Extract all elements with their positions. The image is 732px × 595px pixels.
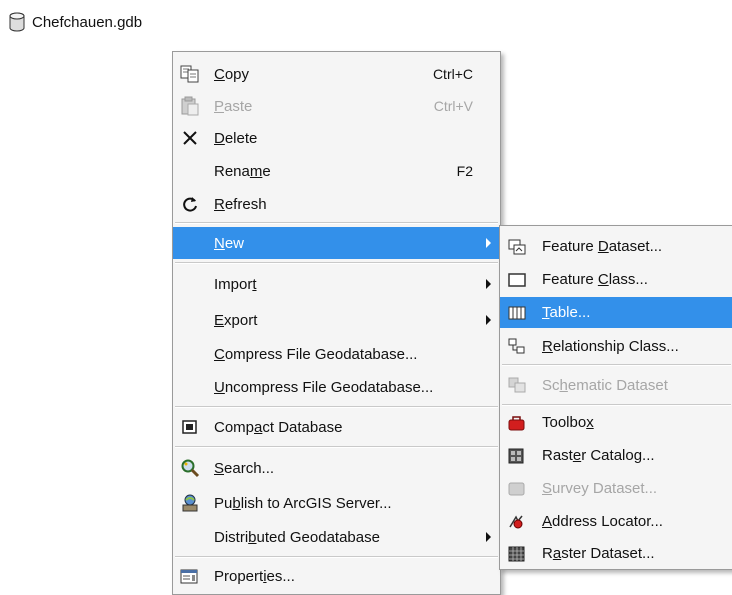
menu-item-refresh[interactable]: Refresh bbox=[173, 188, 500, 220]
menu-item-copy[interactable]: Copy Ctrl+C bbox=[173, 58, 500, 90]
raster-dataset-icon bbox=[506, 543, 528, 565]
menu-item-search[interactable]: Search... bbox=[173, 450, 500, 486]
geodatabase-name: Chefchauen.gdb bbox=[32, 13, 143, 31]
search-icon bbox=[179, 457, 201, 479]
publish-server-icon bbox=[179, 492, 201, 514]
submenu-item-address-locator[interactable]: Address Locator... bbox=[500, 505, 732, 538]
menu-separator bbox=[175, 556, 498, 558]
menu-separator bbox=[175, 222, 498, 224]
table-icon bbox=[506, 302, 528, 324]
submenu-item-feature-dataset[interactable]: Feature Dataset... bbox=[500, 230, 732, 263]
shortcut-label: Ctrl+C bbox=[432, 66, 473, 82]
submenu-item-raster-catalog[interactable]: Raster Catalog... bbox=[500, 439, 732, 472]
shortcut-label: Ctrl+V bbox=[433, 98, 473, 114]
new-submenu: Feature Dataset... Feature Class... Tabl… bbox=[499, 225, 732, 570]
menu-item-rename[interactable]: Rename F2 bbox=[173, 154, 500, 188]
menu-item-distributed-geodatabase[interactable]: Distributed Geodatabase bbox=[173, 520, 500, 554]
menu-separator bbox=[175, 262, 498, 264]
submenu-item-feature-class[interactable]: Feature Class... bbox=[500, 263, 732, 296]
raster-catalog-icon bbox=[506, 445, 528, 467]
menu-separator bbox=[175, 446, 498, 448]
menu-item-compress[interactable]: Compress File Geodatabase... bbox=[173, 338, 500, 370]
submenu-item-toolbox[interactable]: Toolbox bbox=[500, 406, 732, 439]
menu-item-publish[interactable]: Publish to ArcGIS Server... bbox=[173, 486, 500, 520]
submenu-arrow-icon bbox=[486, 532, 491, 542]
feature-class-icon bbox=[506, 269, 528, 291]
shortcut-label: F2 bbox=[456, 163, 473, 179]
schematic-dataset-icon bbox=[506, 374, 528, 396]
feature-dataset-icon bbox=[506, 236, 528, 258]
submenu-item-schematic-dataset[interactable]: Schematic Dataset bbox=[500, 368, 732, 402]
refresh-icon bbox=[179, 193, 201, 215]
submenu-arrow-icon bbox=[486, 238, 491, 248]
properties-icon bbox=[179, 565, 201, 587]
menu-item-delete[interactable]: Delete bbox=[173, 122, 500, 154]
submenu-item-raster-dataset[interactable]: Raster Dataset... bbox=[500, 538, 732, 569]
menu-separator bbox=[502, 364, 731, 366]
submenu-arrow-icon bbox=[486, 315, 491, 325]
menu-item-paste[interactable]: Paste Ctrl+V bbox=[173, 90, 500, 122]
toolbox-icon bbox=[506, 412, 528, 434]
submenu-arrow-icon bbox=[486, 279, 491, 289]
geodatabase-tree-node[interactable]: Chefchauen.gdb bbox=[8, 10, 142, 34]
menu-item-uncompress[interactable]: Uncompress File Geodatabase... bbox=[173, 370, 500, 404]
address-locator-icon bbox=[506, 511, 528, 533]
relationship-class-icon bbox=[506, 335, 528, 357]
submenu-item-table[interactable]: Table... bbox=[500, 297, 732, 328]
submenu-item-survey-dataset[interactable]: Survey Dataset... bbox=[500, 472, 732, 505]
paste-icon bbox=[179, 95, 201, 117]
menu-item-properties[interactable]: Properties... bbox=[173, 560, 500, 592]
copy-icon bbox=[179, 63, 201, 85]
close-icon bbox=[179, 127, 201, 149]
menu-item-export[interactable]: Export bbox=[173, 302, 500, 338]
compact-database-icon bbox=[179, 416, 201, 438]
submenu-item-relationship-class[interactable]: Relationship Class... bbox=[500, 329, 732, 363]
menu-item-compact-database[interactable]: Compact Database bbox=[173, 410, 500, 444]
menu-separator bbox=[175, 406, 498, 408]
context-menu: Copy Ctrl+C Paste Ctrl+V Delete Rename F… bbox=[172, 51, 501, 595]
database-icon bbox=[8, 12, 26, 32]
menu-item-new[interactable]: New bbox=[173, 227, 500, 259]
survey-dataset-icon bbox=[506, 478, 528, 500]
menu-item-import[interactable]: Import bbox=[173, 266, 500, 302]
